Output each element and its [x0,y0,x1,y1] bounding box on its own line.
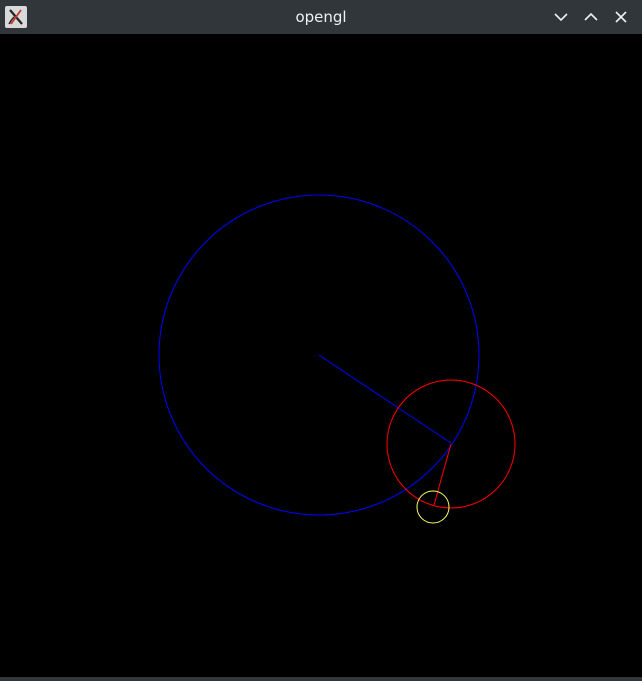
app-window: opengl [0,0,642,681]
opengl-canvas[interactable] [0,34,642,677]
big-radius-arm [318,354,452,444]
window-title: opengl [295,8,347,26]
close-button[interactable] [611,7,631,27]
minimize-icon [554,13,568,22]
maximize-icon [584,12,598,21]
title-bar[interactable]: opengl [0,0,642,34]
small-orbit-circle [416,490,450,524]
maximize-button[interactable] [581,7,601,27]
close-icon [615,11,627,23]
mid-radius-arm [433,443,452,506]
window-bottom-border [0,677,642,681]
scene-drawing [158,194,516,524]
minimize-button[interactable] [551,7,571,27]
